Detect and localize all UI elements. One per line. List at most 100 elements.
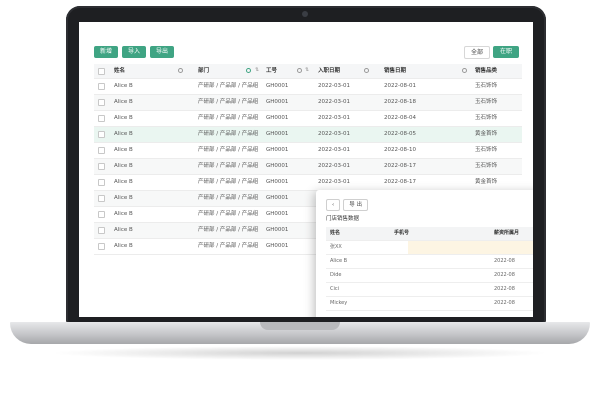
table-row[interactable]: Alice B 产研部 / 产品部 / 产品组 GH0001 2022-03-01 20… xyxy=(94,143,522,159)
cell-department: 产研部 / 产品部 / 产品组 xyxy=(198,195,259,201)
cell-employee-id: GH0001 xyxy=(266,179,289,185)
popup-cell-salary-month: 2022-08 xyxy=(494,272,515,278)
table-row[interactable]: Alice B 产研部 / 产品部 / 产品组 GH0001 2022-03-01 20… xyxy=(94,95,522,111)
cell-name: Alice B xyxy=(114,147,133,153)
cell-department: 产研部 / 产品部 / 产品组 xyxy=(198,115,259,121)
popup-table-row[interactable]: 张XX xyxy=(326,241,533,255)
search-icon[interactable] xyxy=(178,68,183,73)
table-row[interactable]: Alice B 产研部 / 产品部 / 产品组 GH0001 2022-03-01 20… xyxy=(94,111,522,127)
row-checkbox[interactable] xyxy=(98,115,105,122)
cell-department: 产研部 / 产品部 / 产品组 xyxy=(198,179,259,185)
popup-cell-name: 张XX xyxy=(330,244,342,250)
export-button[interactable]: 导出 xyxy=(150,46,175,58)
camera-icon xyxy=(302,11,308,17)
cell-sale-category: 黄金首饰 xyxy=(475,131,498,137)
add-button[interactable]: 新增 xyxy=(94,46,119,58)
cell-department: 产研部 / 产品部 / 产品组 xyxy=(198,131,259,137)
search-icon-active[interactable] xyxy=(246,68,251,73)
header-sale-date: 销售日期 xyxy=(384,68,407,74)
status-filter: 全部 在职 xyxy=(463,46,519,59)
popup-cell-name: Cici xyxy=(330,286,340,292)
cell-department: 产研部 / 产品部 / 产品组 xyxy=(198,163,259,169)
search-icon[interactable] xyxy=(462,68,467,73)
laptop-shadow xyxy=(50,346,550,360)
cell-name: Alice B xyxy=(114,179,133,185)
row-checkbox[interactable] xyxy=(98,83,105,90)
cell-sale-date: 2022-08-17 xyxy=(384,179,416,185)
cell-hire-date: 2022-03-01 xyxy=(318,147,350,153)
cell-sale-category: 玉石饰饰 xyxy=(475,115,498,121)
cell-name: Alice B xyxy=(114,195,133,201)
popup-header-phone: 手机号 xyxy=(394,230,410,236)
table-row[interactable]: Alice B 产研部 / 产品部 / 产品组 GH0001 2022-03-01 20… xyxy=(94,175,522,191)
cell-department: 产研部 / 产品部 / 产品组 xyxy=(198,83,259,89)
cell-hire-date: 2022-03-01 xyxy=(318,163,350,169)
cell-name: Alice B xyxy=(114,163,133,169)
row-checkbox[interactable] xyxy=(98,147,105,154)
cell-sale-date: 2022-08-01 xyxy=(384,83,416,89)
popup-cell-name: Mickey xyxy=(330,300,348,306)
popup-toolbar: ‹ 导 出 xyxy=(326,199,368,211)
cell-employee-id: GH0001 xyxy=(266,227,289,233)
popup-header-salary-month: 薪资所属月 xyxy=(494,230,520,236)
header-department: 部门 xyxy=(198,68,210,74)
cell-department: 产研部 / 产品部 / 产品组 xyxy=(198,147,259,153)
filter-all-button[interactable]: 全部 xyxy=(463,46,490,59)
popup-table-row[interactable]: Mickey 2022-08 xyxy=(326,297,533,311)
popup-export-button[interactable]: 导 出 xyxy=(343,199,368,211)
cell-sale-date: 2022-08-18 xyxy=(384,99,416,105)
search-icon[interactable] xyxy=(297,68,302,73)
cell-name: Alice B xyxy=(114,211,133,217)
popup-table-row[interactable]: Alice B 2022-08 xyxy=(326,255,533,269)
import-button[interactable]: 导入 xyxy=(122,46,147,58)
cell-department: 产研部 / 产品部 / 产品组 xyxy=(198,99,259,105)
row-checkbox[interactable] xyxy=(98,243,105,250)
row-checkbox[interactable] xyxy=(98,211,105,218)
editing-highlight xyxy=(408,241,533,254)
cell-employee-id: GH0001 xyxy=(266,211,289,217)
cell-name: Alice B xyxy=(114,83,133,89)
cell-employee-id: GH0001 xyxy=(266,147,289,153)
back-button[interactable]: ‹ xyxy=(326,199,341,211)
cell-employee-id: GH0001 xyxy=(266,131,289,137)
cell-department: 产研部 / 产品部 / 产品组 xyxy=(198,211,259,217)
cell-sale-date: 2022-08-05 xyxy=(384,131,416,137)
laptop-mockup: 新增 导入 导出 全部 在职 姓名 部门 ⇅ 工号 ⇅ 入职日期 销售日期 销售… xyxy=(10,0,590,400)
cell-sale-category: 玉石饰饰 xyxy=(475,163,498,169)
search-icon[interactable] xyxy=(364,68,369,73)
cell-sale-date: 2022-08-04 xyxy=(384,115,416,121)
row-checkbox[interactable] xyxy=(98,195,105,202)
select-all-checkbox[interactable] xyxy=(98,68,105,75)
header-sale-category: 销售品类 xyxy=(475,68,498,74)
cell-hire-date: 2022-03-01 xyxy=(318,99,350,105)
row-checkbox[interactable] xyxy=(98,163,105,170)
table-row[interactable]: Alice B 产研部 / 产品部 / 产品组 GH0001 2022-03-01 20… xyxy=(94,79,522,95)
laptop-screen: 新增 导入 导出 全部 在职 姓名 部门 ⇅ 工号 ⇅ 入职日期 销售日期 销售… xyxy=(79,22,533,317)
cell-sale-date: 2022-08-17 xyxy=(384,163,416,169)
table-row[interactable]: Alice B 产研部 / 产品部 / 产品组 GH0001 2022-03-01 20… xyxy=(94,159,522,175)
cell-sale-date: 2022-08-10 xyxy=(384,147,416,153)
table-row[interactable]: Alice B 产研部 / 产品部 / 产品组 GH0001 2022-03-01 20… xyxy=(94,127,522,143)
row-checkbox[interactable] xyxy=(98,179,105,186)
laptop-lid: 新增 导入 导出 全部 在职 姓名 部门 ⇅ 工号 ⇅ 入职日期 销售日期 销售… xyxy=(66,6,546,324)
row-checkbox[interactable] xyxy=(98,99,105,106)
popup-table: 姓名 手机号 薪资所属月 张XX Alice B 2022-08 Dide 2022-0… xyxy=(326,227,533,311)
cell-employee-id: GH0001 xyxy=(266,195,289,201)
cell-employee-id: GH0001 xyxy=(266,243,289,249)
row-checkbox[interactable] xyxy=(98,227,105,234)
popup-cell-salary-month: 2022-08 xyxy=(494,258,515,264)
sort-icon[interactable]: ⇅ xyxy=(305,67,309,73)
popup-cell-salary-month: 2022-08 xyxy=(494,300,515,306)
filter-on-job-button[interactable]: 在职 xyxy=(492,46,519,58)
popup-cell-name: Alice B xyxy=(330,258,348,264)
cell-department: 产研部 / 产品部 / 产品组 xyxy=(198,227,259,233)
sort-icon[interactable]: ⇅ xyxy=(255,67,259,73)
popup-table-row[interactable]: Cici 2022-08 xyxy=(326,283,533,297)
header-name: 姓名 xyxy=(114,68,126,74)
export-popup: ‹ 导 出 门店销售数据 姓名 手机号 薪资所属月 张XX Alice B 2022… xyxy=(316,190,533,317)
cell-sale-category: 黄金首饰 xyxy=(475,179,498,185)
row-checkbox[interactable] xyxy=(98,131,105,138)
popup-table-row[interactable]: Dide 2022-08 xyxy=(326,269,533,283)
laptop-notch xyxy=(260,322,340,330)
cell-employee-id: GH0001 xyxy=(266,83,289,89)
